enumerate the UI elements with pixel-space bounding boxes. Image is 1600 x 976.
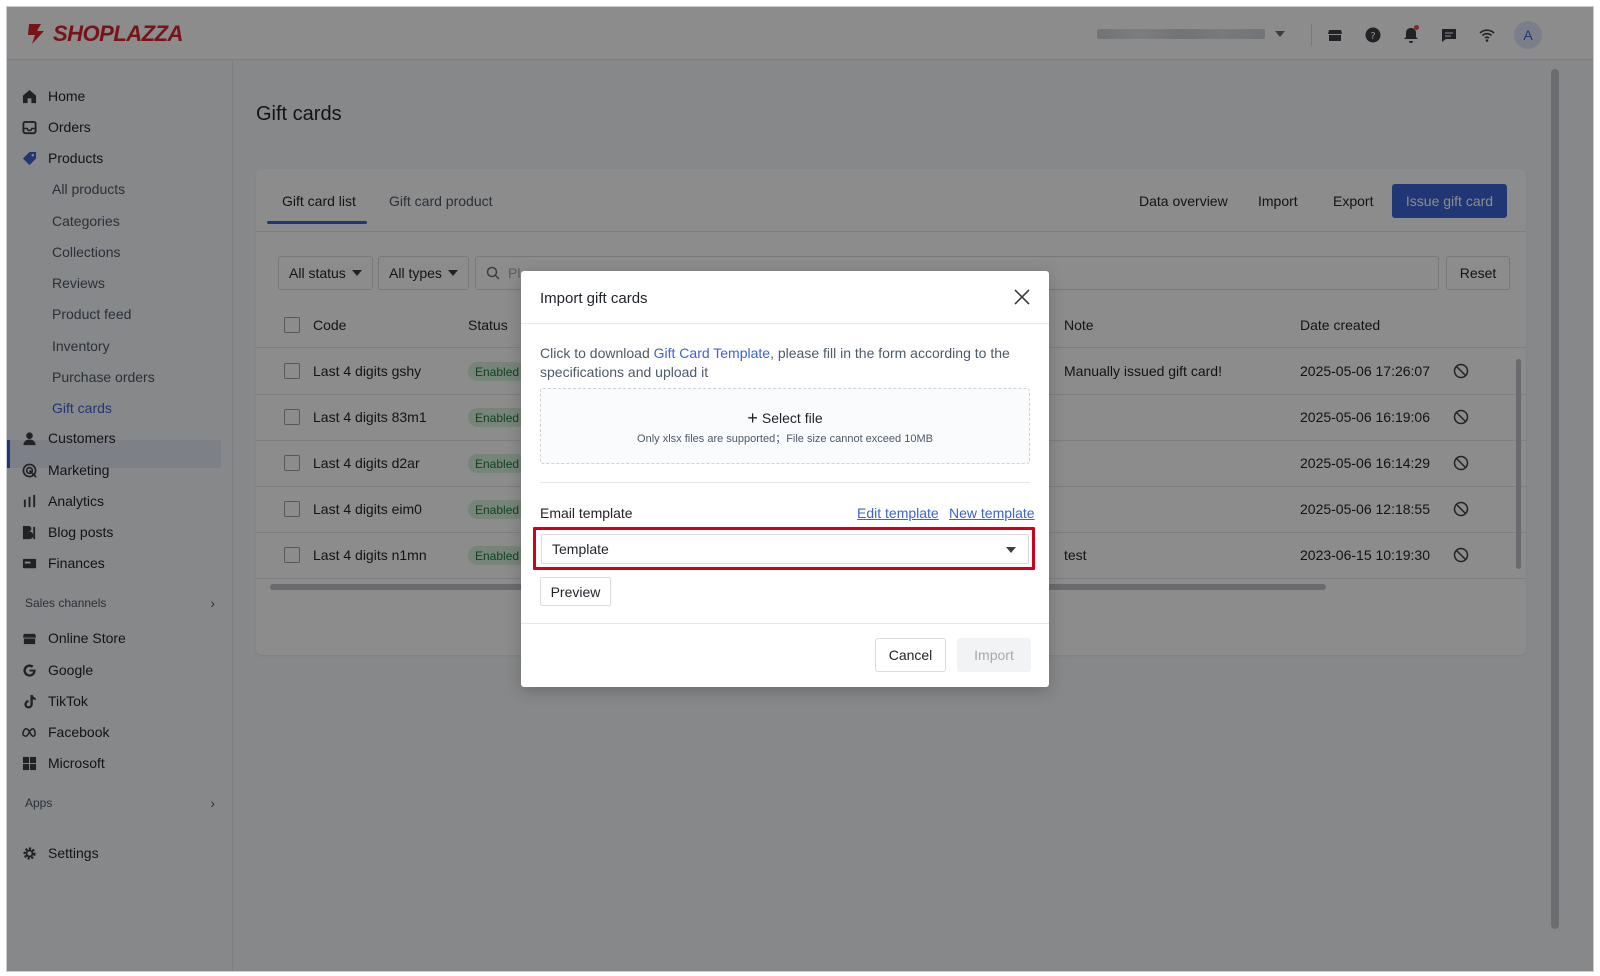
divider: [540, 482, 1030, 483]
plus-icon: +: [747, 408, 758, 428]
import-confirm-button[interactable]: Import: [957, 638, 1031, 672]
description-prefix: Click to download: [540, 345, 654, 361]
file-requirements-hint: Only xlsx files are supported；File size …: [637, 433, 933, 445]
email-template-select[interactable]: Template: [541, 534, 1029, 564]
file-dropzone[interactable]: + Select file Only xlsx files are support…: [540, 388, 1030, 464]
dialog-footer-divider: [521, 623, 1049, 624]
edit-template-link[interactable]: Edit template: [857, 505, 939, 521]
new-template-link[interactable]: New template: [949, 505, 1035, 521]
dialog-header: Import gift cards: [521, 271, 1049, 324]
dialog-description: Click to download Gift Card Template, pl…: [540, 344, 1010, 382]
select-file-label: Select file: [761, 410, 823, 426]
close-icon[interactable]: [1013, 288, 1031, 306]
select-file-button[interactable]: + Select file: [541, 407, 1029, 428]
template-download-link[interactable]: Gift Card Template: [654, 345, 770, 361]
app-window: SHOPLAZZA ? A Home Orders Products All p…: [6, 6, 1594, 972]
cancel-button[interactable]: Cancel: [875, 638, 946, 672]
dialog-title: Import gift cards: [540, 290, 648, 307]
chevron-down-icon: [1006, 547, 1016, 553]
import-gift-cards-dialog: Import gift cards Click to download Gift…: [521, 271, 1049, 687]
preview-button[interactable]: Preview: [540, 577, 611, 606]
email-template-label: Email template: [540, 505, 633, 521]
email-template-value: Template: [552, 541, 609, 557]
